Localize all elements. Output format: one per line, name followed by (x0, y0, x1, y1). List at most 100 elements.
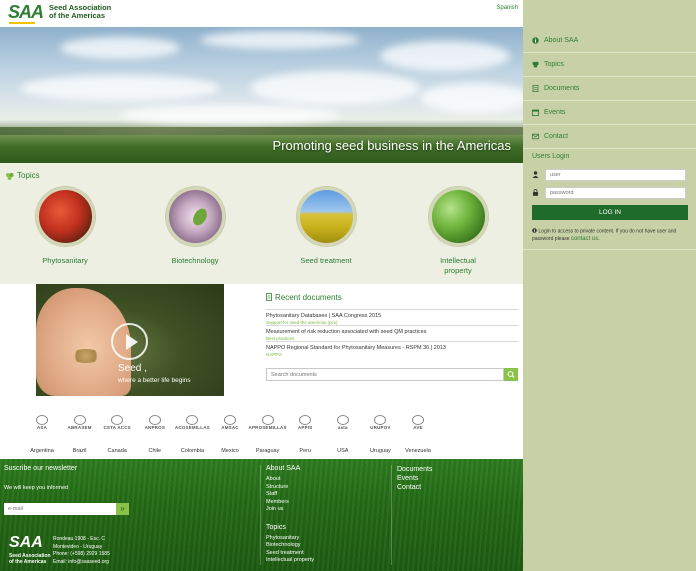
envelope-icon (532, 133, 539, 140)
footer-about-title[interactable]: About SAA (266, 465, 314, 472)
document-title: Measurement of risk reduction associated… (266, 329, 427, 335)
footer-link-contact[interactable]: Contact (397, 483, 432, 492)
member-uruguay[interactable]: URUPOV Uruguay (360, 405, 400, 454)
newsletter-email-input[interactable] (4, 503, 116, 515)
footer-link-events[interactable]: Events (397, 474, 432, 483)
document-item[interactable]: Phytosanitary Databases | SAA Congress 2… (266, 309, 518, 325)
member-country: Paraguay (255, 448, 280, 454)
member-logo-mark (73, 415, 86, 425)
nav-about-saa[interactable]: About SAA (523, 29, 696, 53)
topic-label: Biotechnology (171, 256, 219, 265)
users-login-title: Users Login (532, 153, 570, 160)
member-venezuela[interactable]: AVE Venezuela (398, 405, 438, 454)
search-button[interactable] (504, 368, 518, 381)
intellectual-property-image (428, 187, 488, 246)
logo-line-2: of the Americas (49, 11, 106, 20)
member-country: Peru (299, 448, 311, 454)
biotechnology-image (165, 187, 225, 246)
address-line: Rondeau 1908 - Esc. C (53, 536, 105, 542)
hero-banner: Promoting seed business in the Americas (0, 27, 523, 163)
recent-documents: Recent documents Phytosanitary Databases… (266, 291, 518, 357)
topic-intellectual-property[interactable]: Intellectual property (418, 187, 498, 276)
cloud (60, 37, 180, 59)
username-input[interactable] (545, 168, 686, 181)
info-icon (532, 37, 539, 44)
document-item[interactable]: Measurement of risk reduction associated… (266, 325, 518, 341)
cloud (380, 41, 510, 71)
email: Email: info@saaseed.org (53, 558, 109, 565)
member-colombia[interactable]: ACOSEMILLAS Colombia (172, 405, 212, 454)
footer-link-documents[interactable]: Documents (397, 465, 432, 474)
recent-documents-label: Recent documents (275, 292, 342, 302)
footer-link-biotechnology[interactable]: Biotechnology (266, 542, 314, 550)
member-usa[interactable]: asta USA (323, 405, 363, 454)
topic-biotechnology[interactable]: Biotechnology (155, 187, 235, 266)
member-argentina[interactable]: ASA Argentina (22, 405, 62, 454)
nav-label: Topics (544, 61, 564, 68)
topic-seed-treatment[interactable]: Seed treatment (286, 187, 366, 266)
member-logo-mark (412, 415, 424, 425)
member-logo-mark (224, 415, 236, 425)
footer: Suscribe our newsletter We will keep you… (0, 459, 523, 571)
password-row (532, 186, 688, 199)
footer-link-members[interactable]: Members (266, 499, 314, 507)
hero-tagline: Promoting seed business in the Americas (272, 138, 511, 153)
nav-label: About SAA (544, 37, 579, 44)
main-column: SAA Seed Association of the Americas Spa… (0, 0, 523, 571)
member-logo: asta (323, 405, 363, 439)
footer-link-join-us[interactable]: Join us (266, 506, 314, 514)
topic-label: Phytosanitary (42, 256, 88, 265)
side-divider (523, 249, 696, 250)
member-logo-mark (148, 415, 161, 425)
logo-underline (9, 22, 35, 24)
member-logo: ASA (22, 405, 62, 439)
info-icon (532, 228, 537, 233)
document-item[interactable]: NAPPO Regional Standard for Phytosanitar… (266, 341, 518, 357)
member-chile[interactable]: ANPROS Chile (135, 405, 175, 454)
footer-link-staff[interactable]: Staff (266, 491, 314, 499)
side-panel: About SAA Topics Documents Events Contac… (523, 0, 696, 571)
search-documents-input[interactable] (266, 368, 504, 381)
member-mexico[interactable]: AMSAC Mexico (210, 405, 250, 454)
footer-logo[interactable]: SAA Seed Association of the Americas (9, 535, 51, 566)
language-link[interactable]: Spanish (496, 5, 518, 11)
footer-link-about[interactable]: About (266, 476, 314, 484)
member-brazil[interactable]: ABRASEM Brazil (60, 405, 100, 454)
phytosanitary-image (35, 187, 95, 246)
video-subcaption: where a better life begins (118, 377, 191, 384)
topics-heading: Topics (5, 171, 40, 180)
member-peru[interactable]: APPIS Peru (285, 405, 325, 454)
footer-link-structure[interactable]: Structure (266, 484, 314, 492)
member-logo-mark (261, 415, 274, 425)
document-search (266, 368, 518, 381)
member-logo-mark (299, 415, 312, 425)
play-icon[interactable] (111, 323, 148, 360)
nav-topics[interactable]: Topics (523, 53, 696, 77)
video-player[interactable]: Seed , where a better life begins (36, 284, 224, 396)
password-input[interactable] (545, 186, 686, 199)
footer-link-intellectual-property[interactable]: Intellectual property (266, 557, 314, 565)
newsletter-submit-button[interactable]: » (116, 503, 129, 515)
member-logo: ABRASEM (60, 405, 100, 439)
member-logo-text: ABRASEM (67, 425, 92, 430)
login-button[interactable]: LOG IN (532, 205, 688, 220)
user-icon (532, 171, 539, 178)
member-logo-text: ASA (36, 425, 48, 430)
seed-treatment-image (296, 187, 356, 246)
member-paraguay[interactable]: APROSEMILLAS Paraguay (248, 405, 288, 454)
cloud (250, 71, 420, 105)
footer-logo-line-2: of the Americas (9, 559, 47, 565)
member-logo-text: CSTA ACCS (103, 425, 131, 430)
saa-logo[interactable]: SAA Seed Association of the Americas (8, 3, 111, 24)
footer-topics-title[interactable]: Topics (266, 524, 314, 531)
nav-label: Events (544, 109, 566, 116)
nav-documents[interactable]: Documents (523, 77, 696, 101)
footer-link-phytosanitary[interactable]: Phytosanitary (266, 535, 314, 543)
member-canada[interactable]: CSTA ACCS Canada (97, 405, 137, 454)
nav-events[interactable]: Events (523, 101, 696, 125)
nav-contact[interactable]: Contact (523, 125, 696, 149)
topic-phytosanitary[interactable]: Phytosanitary (25, 187, 105, 266)
footer-link-seed-treatment[interactable]: Seed treatment (266, 550, 314, 558)
topics-section: Topics Phytosanitary Biotechnology Seed … (0, 163, 523, 284)
contact-us-link[interactable]: contact us. (571, 236, 600, 242)
